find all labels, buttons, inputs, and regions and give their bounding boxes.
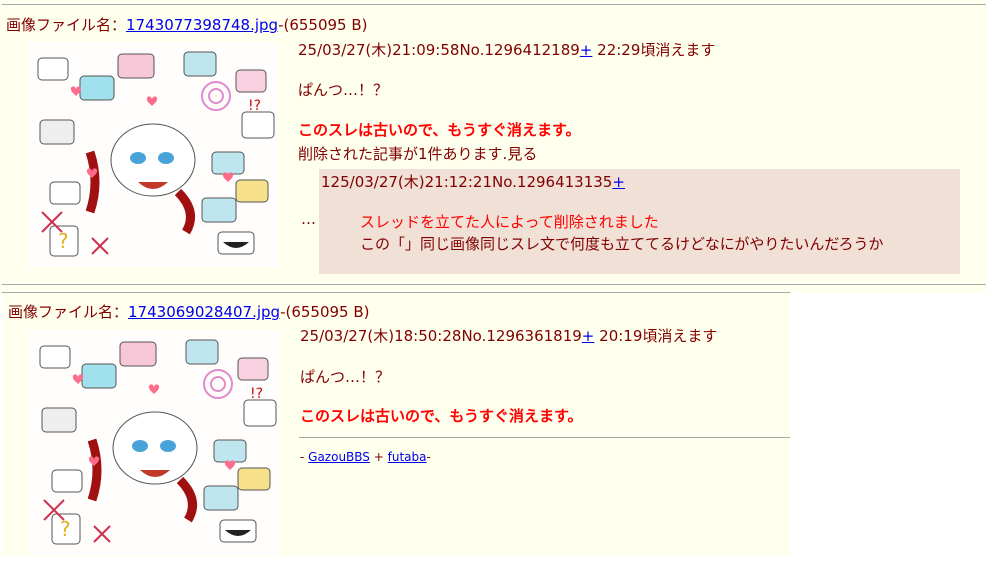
post-header: 25/03/27(木)21:09:58No.1296412189+ 22:29頃… xyxy=(298,40,715,60)
post-datetime: 25/03/27(木)18:50:28 xyxy=(300,327,462,345)
plus-link[interactable]: + xyxy=(580,41,593,59)
reply-text: この「」同じ画像同じスレ文で何度も立ててるけどなにがやりたいんだろうか xyxy=(360,235,884,253)
thread-thumbnail[interactable]: ? !? xyxy=(30,330,280,555)
file-size: -(655095 B) xyxy=(280,303,370,321)
file-info: 画像ファイル名：1743077398748.jpg-(655095 B) xyxy=(6,15,368,35)
footer: - GazouBBS + futaba- xyxy=(300,447,431,467)
svg-text:!?: !? xyxy=(250,386,263,402)
post-header: 25/03/27(木)18:50:28No.1296361819+ 20:19頃… xyxy=(300,326,717,346)
page-blank-area xyxy=(790,293,986,584)
gazoubbs-link[interactable]: GazouBBS xyxy=(308,450,370,464)
reply-post: 125/03/27(木)21:12:21No.1296413135+ スレッドを… xyxy=(319,169,960,274)
post-number: No.1296412189 xyxy=(459,41,580,59)
thread-divider-inner xyxy=(2,292,790,293)
old-thread-warning: このスレは古いので、もうすぐ消えます。 xyxy=(298,121,581,139)
reply-header: 125/03/27(木)21:12:21No.1296413135+ xyxy=(321,172,625,192)
reply-marker: … xyxy=(301,210,316,228)
svg-text:!?: !? xyxy=(248,98,261,114)
page-blank-left xyxy=(0,293,2,584)
page-blank-bottom xyxy=(0,556,986,584)
reply-datetime: 25/03/27(木)21:12:21 xyxy=(330,173,492,191)
post-body: ぱんつ…！？ xyxy=(300,368,391,386)
futaba-link[interactable]: futaba xyxy=(388,450,427,464)
deleted-posts-notice[interactable]: 削除された記事が1件あります.見る xyxy=(298,144,537,164)
svg-text:?: ? xyxy=(58,229,69,253)
reply-post-number: No.1296413135 xyxy=(492,173,613,191)
file-label: 画像ファイル名： xyxy=(8,303,129,321)
reply-plus-link[interactable]: + xyxy=(612,173,625,191)
plus-link[interactable]: + xyxy=(582,327,595,345)
footer-prefix: - xyxy=(300,450,309,464)
expire-time: 22:29頃消えます xyxy=(597,41,716,59)
old-thread-warning: このスレは古いので、もうすぐ消えます。 xyxy=(300,407,583,425)
file-info: 画像ファイル名：1743069028407.jpg-(655095 B) xyxy=(8,302,370,322)
file-size: -(655095 B) xyxy=(278,16,368,34)
footer-suffix: - xyxy=(426,450,431,464)
file-link[interactable]: 1743069028407.jpg xyxy=(128,303,280,321)
reply-deleted-by-op: スレッドを立てた人によって削除されました xyxy=(360,213,659,231)
post-datetime: 25/03/27(木)21:09:58 xyxy=(298,41,460,59)
thread-divider xyxy=(2,284,986,285)
thumbnail-illustration: ? !? xyxy=(28,42,278,267)
file-link[interactable]: 1743077398748.jpg xyxy=(126,16,278,34)
footer-separator: + xyxy=(369,450,388,464)
footer-divider xyxy=(299,437,790,438)
post-body: ぱんつ…！？ xyxy=(298,81,389,99)
svg-text:?: ? xyxy=(60,517,71,541)
thread-thumbnail[interactable]: ? !? xyxy=(28,42,278,267)
top-divider xyxy=(2,4,986,5)
reply-number: 1 xyxy=(321,173,331,191)
thumbnail-illustration: ? !? xyxy=(30,330,280,555)
post-number: No.1296361819 xyxy=(461,327,582,345)
file-label: 画像ファイル名： xyxy=(6,16,127,34)
expire-time: 20:19頃消えます xyxy=(599,327,718,345)
